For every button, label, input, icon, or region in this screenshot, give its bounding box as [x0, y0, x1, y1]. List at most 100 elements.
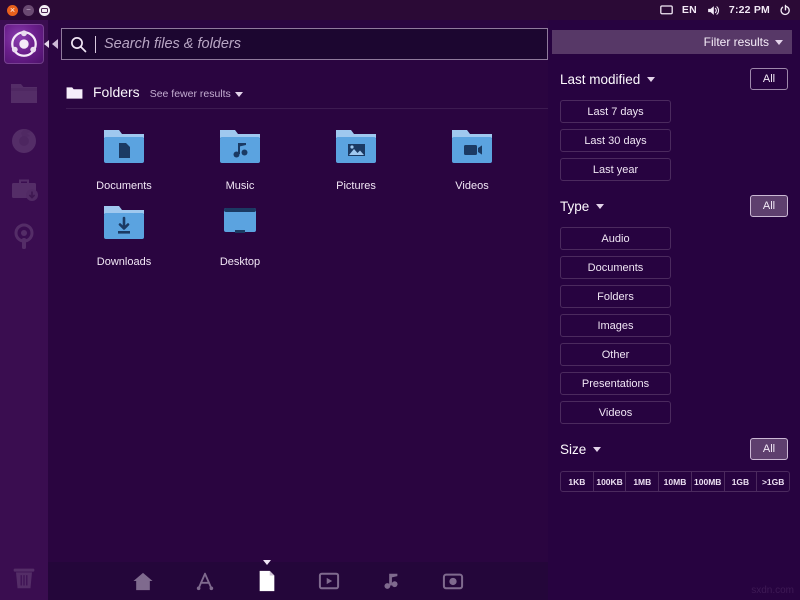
filter-all-button[interactable]: All [750, 195, 788, 217]
briefcase-download-icon [8, 172, 40, 204]
folder-documents-icon [100, 124, 148, 168]
ubuntu-dash-home-button[interactable] [4, 24, 44, 64]
active-lens-caret [263, 560, 271, 565]
chevron-down-icon [235, 92, 243, 97]
filter-all-button[interactable]: All [750, 68, 788, 90]
result-item-desktop[interactable]: Desktop [182, 192, 298, 268]
close-button[interactable]: × [7, 5, 18, 16]
window-controls: × − [7, 5, 50, 16]
keyboard-language-indicator[interactable]: EN [682, 4, 697, 16]
result-label: Downloads [97, 256, 151, 268]
results-category-header: Folders See fewer results [66, 84, 243, 100]
filter-section-header[interactable]: Size All [560, 436, 788, 462]
size-step-1mb[interactable]: 1MB [626, 472, 659, 491]
trash-launcher-button[interactable] [0, 562, 48, 592]
wrench-gear-icon [8, 220, 40, 252]
lens-photos-button[interactable] [441, 569, 465, 593]
search-input[interactable]: Search files & folders [61, 28, 548, 60]
filter-option-audio[interactable]: Audio [560, 227, 671, 250]
lens-bar [48, 562, 548, 600]
chevron-down-icon [775, 40, 783, 45]
size-step-1gb[interactable]: 1GB [725, 472, 758, 491]
top-panel: × − EN 7:22 PM [0, 0, 800, 20]
launcher-active-arrow [44, 40, 49, 48]
filter-section-header[interactable]: Type All [560, 193, 788, 219]
camera-icon [442, 571, 464, 591]
filter-section-title: Last modified [560, 72, 640, 87]
maximize-icon [41, 7, 48, 14]
filter-option-presentations[interactable]: Presentations [560, 372, 671, 395]
result-label: Documents [96, 180, 152, 192]
settings-launcher-button[interactable] [4, 216, 44, 256]
filter-section-title: Type [560, 199, 589, 214]
files-icon [257, 570, 277, 592]
trash-icon [9, 562, 39, 592]
files-launcher-button[interactable] [4, 72, 44, 112]
result-label: Desktop [220, 256, 260, 268]
filter-section-header[interactable]: Last modified All [560, 66, 788, 92]
filter-section-size: Size All 1KB 100KB 1MB 10MB 100MB 1GB >1… [560, 436, 788, 492]
folder-pictures-icon [332, 124, 380, 168]
music-note-icon [381, 571, 401, 591]
search-expand-arrow [52, 39, 58, 49]
lens-files-button[interactable] [255, 569, 279, 593]
clock[interactable]: 7:22 PM [729, 4, 770, 16]
lens-applications-button[interactable] [193, 569, 217, 593]
minimize-button[interactable]: − [23, 5, 34, 16]
maximize-button[interactable] [39, 5, 50, 16]
see-fewer-results-label: See fewer results [150, 88, 231, 100]
ubuntu-logo-icon [9, 29, 39, 59]
firefox-icon [8, 124, 40, 156]
filter-section-last-modified: Last modified All Last 7 days Last 30 da… [560, 66, 788, 181]
video-icon [318, 571, 340, 591]
power-icon[interactable] [779, 4, 792, 17]
result-item-documents[interactable]: Documents [66, 116, 182, 192]
category-divider [66, 108, 576, 109]
filter-option-videos[interactable]: Videos [560, 401, 671, 424]
result-item-downloads[interactable]: Downloads [66, 192, 182, 268]
firefox-launcher-button[interactable] [4, 120, 44, 160]
filter-option-last-7-days[interactable]: Last 7 days [560, 100, 671, 123]
size-step-1kb[interactable]: 1KB [561, 472, 594, 491]
display-icon[interactable] [660, 4, 673, 17]
filter-option-folders[interactable]: Folders [560, 285, 671, 308]
volume-icon[interactable] [706, 4, 720, 17]
filter-all-button[interactable]: All [750, 438, 788, 460]
search-placeholder: Search files & folders [104, 36, 241, 52]
see-fewer-results-link[interactable]: See fewer results [150, 88, 243, 100]
folder-videos-icon [448, 124, 496, 168]
desktop-monitor-icon [216, 200, 264, 244]
search-icon [70, 36, 87, 53]
filter-option-last-year[interactable]: Last year [560, 158, 671, 181]
lens-home-button[interactable] [131, 569, 155, 593]
unity-launcher [0, 20, 48, 600]
size-step-10mb[interactable]: 10MB [659, 472, 692, 491]
lens-music-button[interactable] [379, 569, 403, 593]
system-tray: EN 7:22 PM [660, 4, 792, 17]
filter-option-images[interactable]: Images [560, 314, 671, 337]
filter-option-other[interactable]: Other [560, 343, 671, 366]
size-step-100mb[interactable]: 100MB [692, 472, 725, 491]
filter-results-header[interactable]: Filter results [552, 30, 792, 54]
size-step-100kb[interactable]: 100KB [594, 472, 627, 491]
result-item-pictures[interactable]: Pictures [298, 116, 414, 192]
search-row: Search files & folders [52, 28, 548, 60]
lens-video-button[interactable] [317, 569, 341, 593]
folder-downloads-icon [100, 200, 148, 244]
file-manager-icon [8, 76, 40, 108]
filter-option-documents[interactable]: Documents [560, 256, 671, 279]
result-item-videos[interactable]: Videos [414, 116, 530, 192]
folder-icon [66, 86, 83, 100]
size-range-selector[interactable]: 1KB 100KB 1MB 10MB 100MB 1GB >1GB [560, 471, 790, 492]
chevron-down-icon [593, 447, 601, 452]
category-title: Folders [93, 84, 140, 100]
results-grid: Documents Music Pictures [66, 116, 586, 268]
result-label: Pictures [336, 180, 376, 192]
watermark: sxdn.com [751, 585, 794, 596]
software-center-launcher-button[interactable] [4, 168, 44, 208]
chevron-down-icon [647, 77, 655, 82]
filter-option-last-30-days[interactable]: Last 30 days [560, 129, 671, 152]
size-step-over-1gb[interactable]: >1GB [757, 472, 789, 491]
home-icon [132, 571, 154, 591]
result-item-music[interactable]: Music [182, 116, 298, 192]
